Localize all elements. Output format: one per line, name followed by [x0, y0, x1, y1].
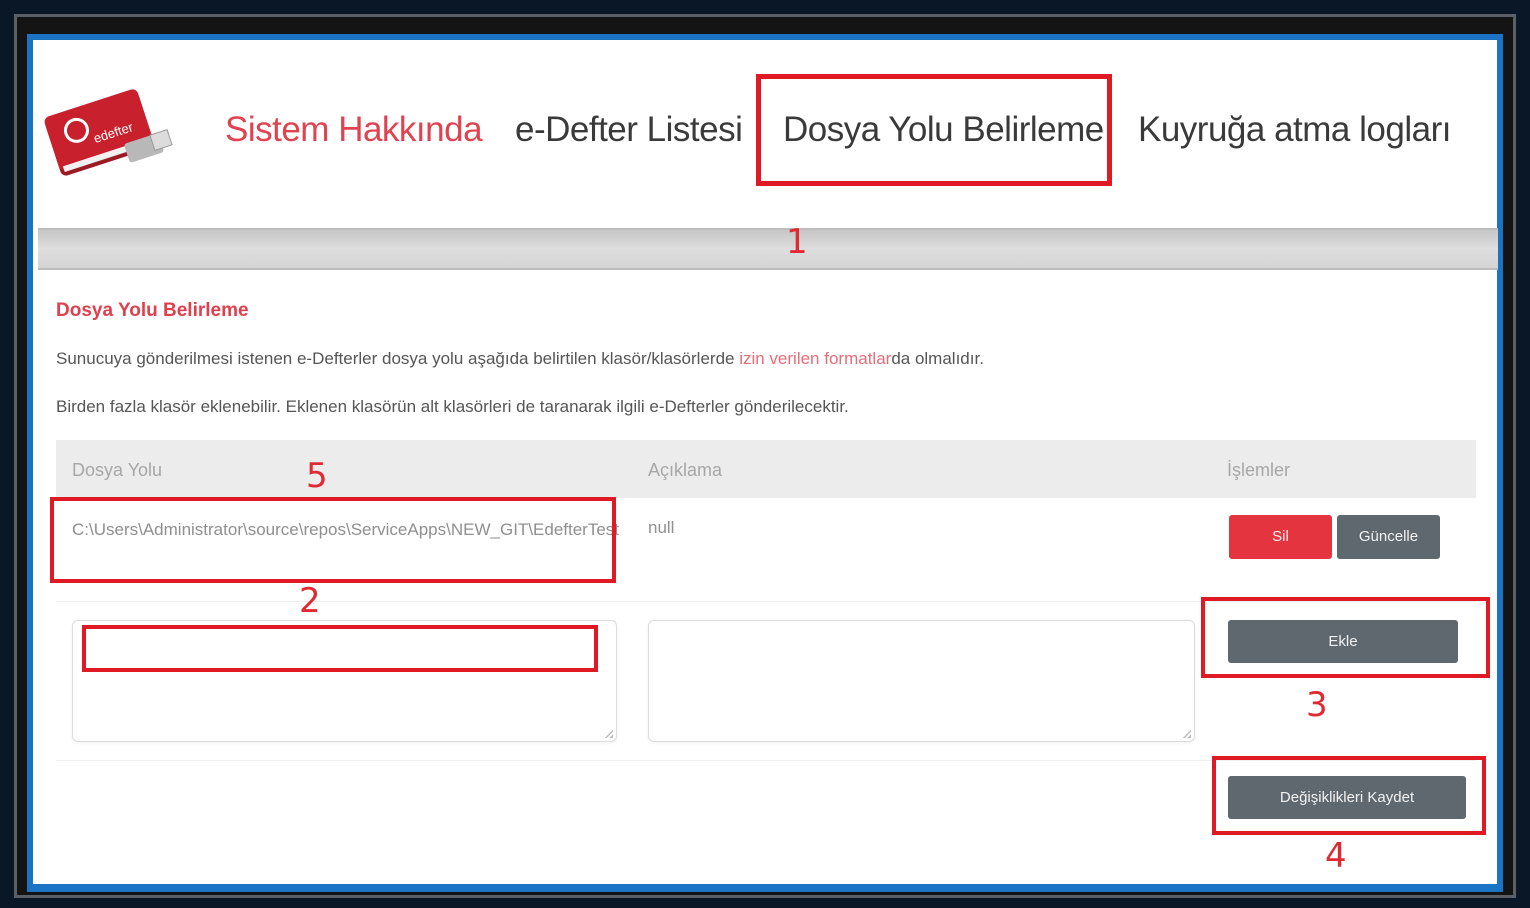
- info-paragraph-2: Birden fazla klasör eklenebilir. Eklenen…: [56, 397, 849, 416]
- description-textarea[interactable]: [648, 620, 1195, 742]
- column-header-path: Dosya Yolu: [72, 460, 163, 480]
- nav-edefter-listesi[interactable]: e-Defter Listesi: [515, 110, 743, 150]
- annotation-number-3: 3: [1306, 685, 1328, 725]
- annotation-number-4: 4: [1325, 836, 1347, 876]
- page-title: Dosya Yolu Belirleme: [56, 300, 249, 321]
- para1-suffix: da olmalıdır.: [891, 349, 984, 368]
- nav-kuyruga-atma-loglari[interactable]: Kuyruğa atma logları: [1138, 110, 1451, 150]
- column-header-description: Açıklama: [648, 460, 723, 480]
- annotation-number-2: 2: [299, 581, 321, 621]
- resize-grip-icon[interactable]: [604, 729, 613, 738]
- annotation-number-5: 5: [306, 456, 328, 496]
- info-paragraph-1: Sunucuya gönderilmesi istenen e-Defterle…: [56, 349, 984, 369]
- delete-button[interactable]: Sil: [1229, 515, 1332, 559]
- update-button[interactable]: Güncelle: [1337, 515, 1440, 559]
- column-header-operations: İşlemler: [1227, 460, 1291, 480]
- annotation-box-path: [50, 497, 616, 583]
- allowed-formats-link[interactable]: izin verilen formatlar: [739, 349, 891, 368]
- annotation-box-input: [82, 625, 598, 672]
- annotation-box-save: [1212, 756, 1486, 835]
- header-separator-bar: [38, 228, 1498, 270]
- resize-grip-icon[interactable]: [1182, 729, 1191, 738]
- para1-text: Sunucuya gönderilmesi istenen e-Defterle…: [56, 349, 740, 368]
- annotation-box-add: [1201, 597, 1490, 678]
- annotation-box-nav: [756, 74, 1112, 186]
- table-cell-description: null: [648, 518, 675, 537]
- edefter-logo[interactable]: edefter: [40, 80, 180, 180]
- nav-sistem-hakkinda[interactable]: Sistem Hakkında: [225, 110, 483, 150]
- annotation-number-1: 1: [786, 222, 808, 262]
